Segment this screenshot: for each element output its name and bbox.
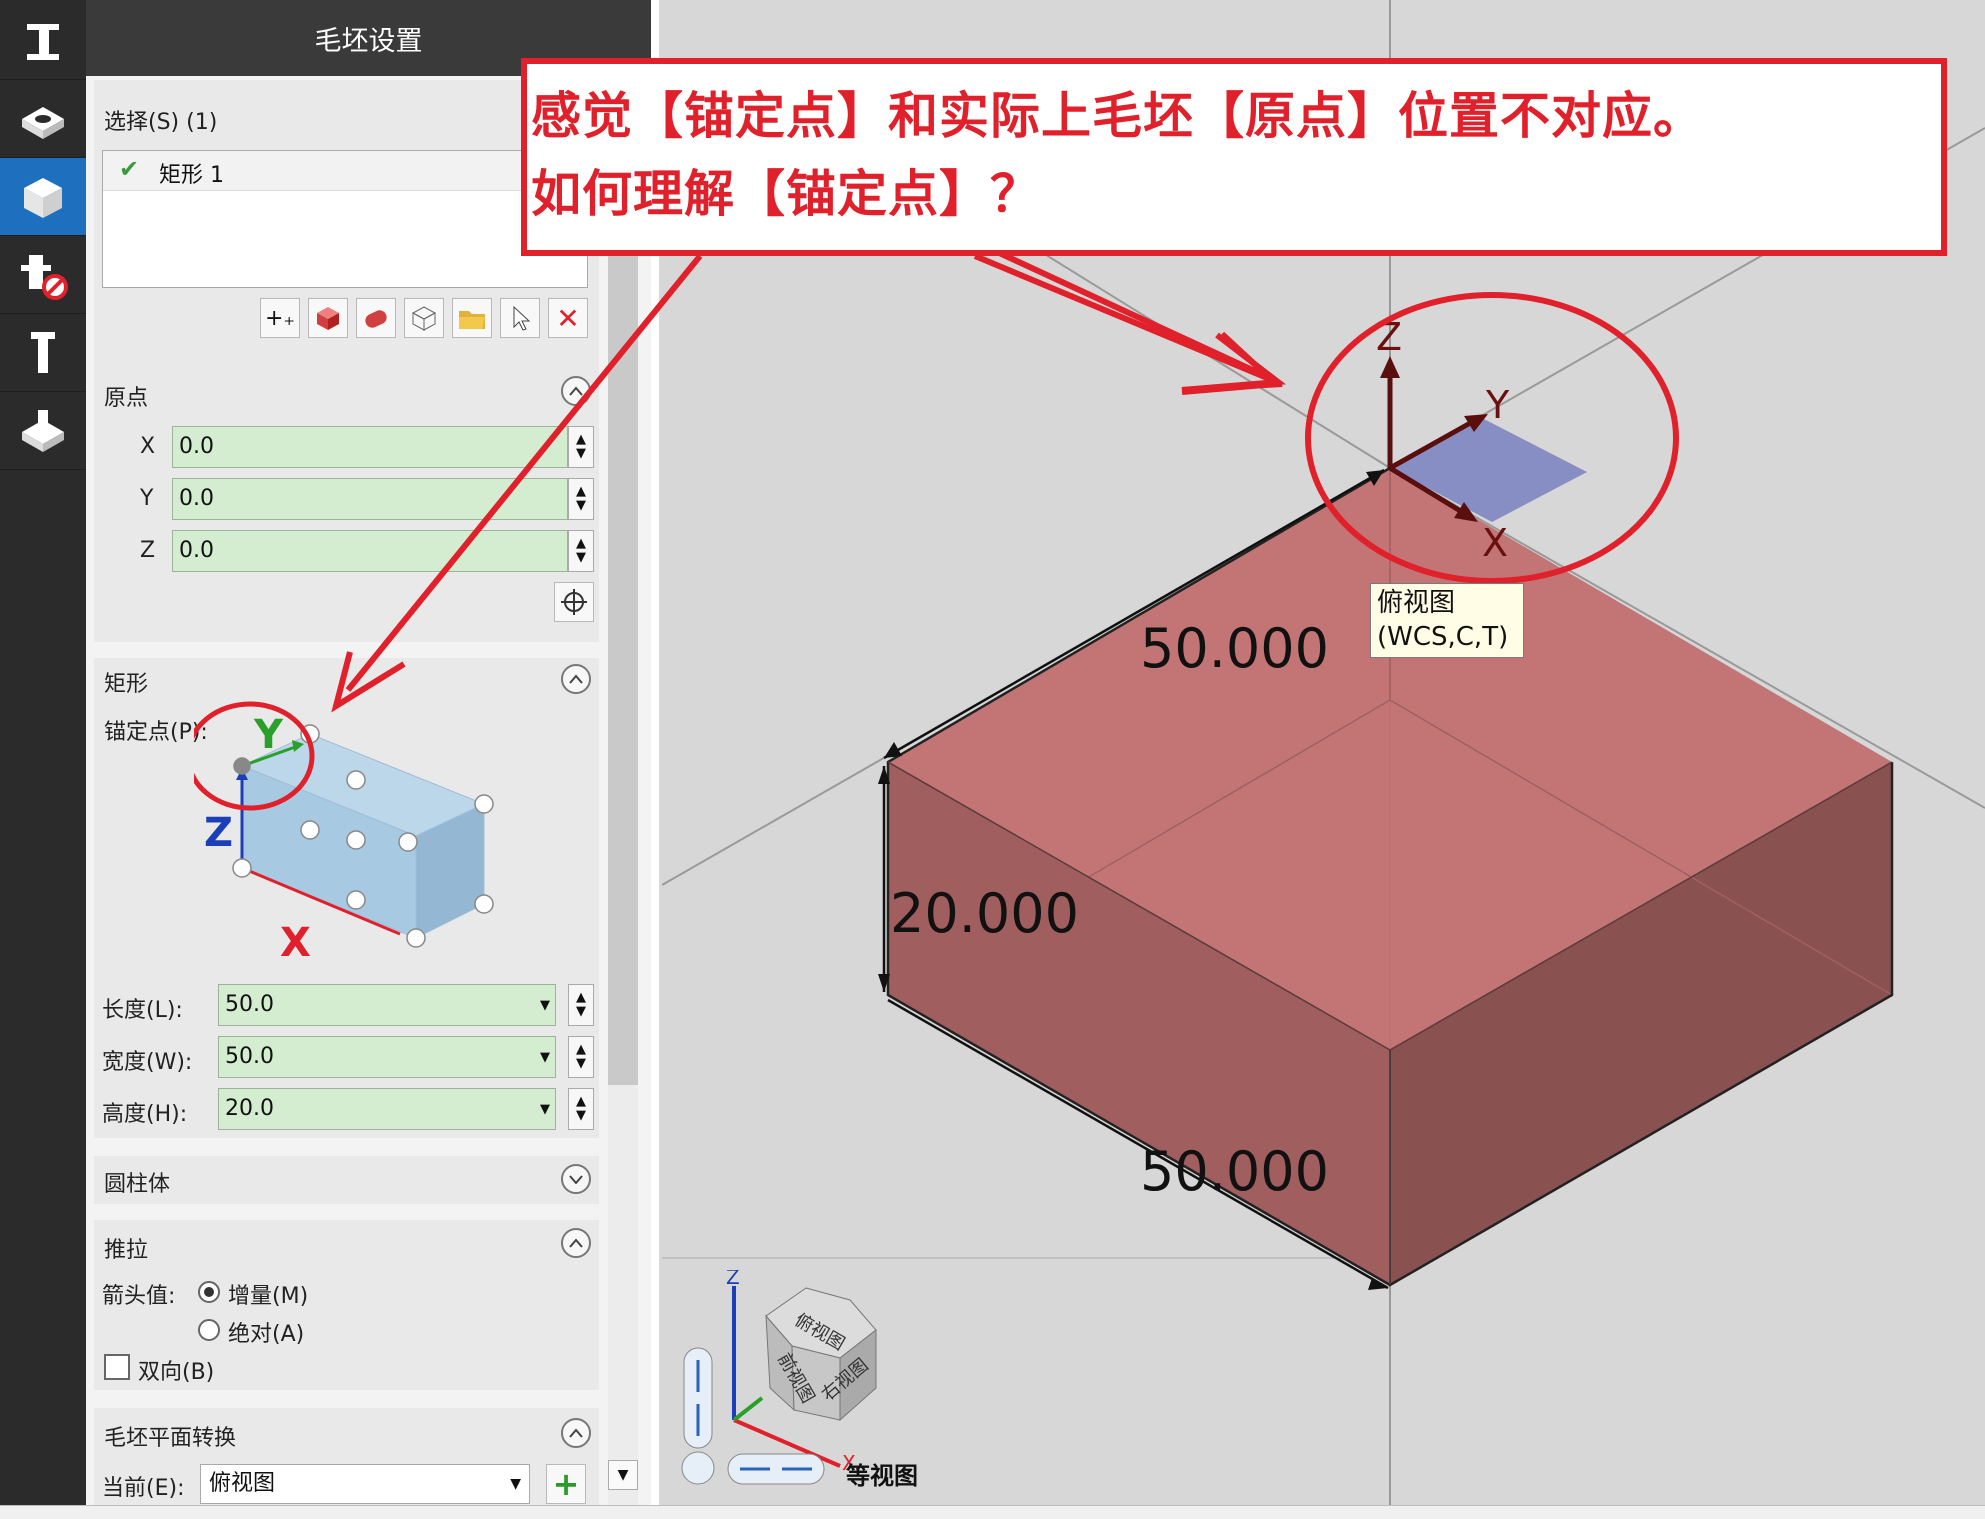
origin-x-input[interactable]: 0.0: [172, 426, 568, 468]
width-dropdown[interactable]: ▼: [534, 1036, 556, 1078]
anchor-z-axis-label: Z: [204, 810, 233, 856]
extrude-section: 推拉 箭头值: 增量(M) 绝对(A) 双向(B): [94, 1220, 599, 1390]
fixture-icon[interactable]: [0, 392, 86, 470]
extrude-title: 推拉: [104, 1238, 149, 1263]
absolute-label: 绝对(A): [228, 1322, 305, 1347]
cube-z-label: Z: [726, 1270, 740, 1289]
length-input[interactable]: 50.0: [218, 984, 556, 1026]
delete-button[interactable]: ✕: [548, 298, 588, 338]
tooltip-line1: 俯视图: [1377, 588, 1456, 618]
open-file-button[interactable]: [452, 298, 492, 338]
selection-label: 选择(S) (1): [104, 110, 218, 135]
add-select-button[interactable]: +₊: [260, 298, 300, 338]
panel-scrollbar[interactable]: [608, 250, 638, 1085]
chevron-down-icon: ▼: [510, 1476, 521, 1492]
height-dropdown[interactable]: ▼: [534, 1088, 556, 1130]
view-cube-widget[interactable]: Z X 俯视图 前视图 右视图 等视图: [670, 1270, 960, 1500]
status-bar: [0, 1505, 1985, 1519]
origin-z-input[interactable]: 0.0: [172, 530, 568, 572]
height-spinner[interactable]: ▲ ▼: [568, 1088, 594, 1130]
cylinder-title: 圆柱体: [104, 1172, 171, 1197]
triad-x-label: X: [1482, 521, 1508, 565]
origin-y-label: Y: [140, 486, 154, 511]
collapse-extrude-button[interactable]: [561, 1228, 591, 1258]
list-item[interactable]: ✔ 矩形 1: [103, 151, 587, 191]
box-stock-button[interactable]: [308, 298, 348, 338]
origin-x-spinner[interactable]: ▲ ▼: [568, 426, 594, 468]
arrow-value-label: 箭头值:: [102, 1284, 176, 1309]
pick-origin-button[interactable]: [554, 582, 594, 622]
bottom-dimension-label: 50.000: [1140, 1140, 1329, 1203]
anchor-point-diagram[interactable]: Y Z X: [194, 698, 594, 968]
origin-z-spinner[interactable]: ▲ ▼: [568, 530, 594, 572]
origin-title: 原点: [104, 386, 149, 411]
stock-icon[interactable]: [0, 80, 86, 158]
collapse-origin-button[interactable]: [561, 376, 591, 406]
list-item-label: 矩形 1: [159, 163, 224, 188]
cylinder-stock-button[interactable]: [356, 298, 396, 338]
cylinder-section: 圆柱体: [94, 1156, 599, 1204]
collapse-rectangle-button[interactable]: [561, 664, 591, 694]
bidirectional-checkbox[interactable]: [104, 1354, 130, 1380]
origin-section: 原点 X 0.0 ▲ ▼ Y 0.0 ▲ ▼ Z 0.0 ▲ ▼: [94, 370, 599, 642]
origin-y-input[interactable]: 0.0: [172, 478, 568, 520]
rectangle-title: 矩形: [104, 672, 149, 697]
bidirectional-label: 双向(B): [138, 1360, 215, 1385]
incremental-radio[interactable]: [198, 1281, 220, 1303]
annotation-box: 感觉【锚定点】和实际上毛坯【原点】位置不对应。 如何理解【锚定点】？: [521, 58, 1947, 256]
height-dimension-label: 20.000: [890, 882, 1079, 945]
triad-y-label: Y: [1485, 383, 1510, 427]
length-label: 长度(L):: [102, 998, 183, 1023]
tool-holder-icon[interactable]: [0, 314, 86, 392]
expand-cylinder-button[interactable]: [561, 1164, 591, 1194]
plane-transform-section: 毛坯平面转换 当前(E): 俯视图 ▼ +: [94, 1408, 599, 1519]
tooltip-line2: (WCS,C,T): [1377, 622, 1509, 652]
length-spinner[interactable]: ▲ ▼: [568, 984, 594, 1026]
rotate-view-button[interactable]: [681, 1451, 715, 1485]
height-input[interactable]: 20.0: [218, 1088, 556, 1130]
stock-setup-icon[interactable]: [0, 158, 86, 236]
tool-icon[interactable]: [0, 0, 86, 80]
anchor-point-label: 锚定点(P):: [104, 720, 208, 745]
annotation-line-1: 感觉【锚定点】和实际上毛坯【原点】位置不对应。: [531, 86, 1704, 145]
incremental-label: 增量(M): [228, 1284, 309, 1309]
scroll-down-button[interactable]: ▼: [608, 1460, 638, 1490]
length-dropdown[interactable]: ▼: [534, 984, 556, 1026]
rectangle-section: 矩形 锚定点(P): Y Z X 长度(L): 50.0 ▼ ▲ ▼ 宽度(W)…: [94, 658, 599, 1138]
view-name-label: 等视图: [846, 1462, 918, 1490]
origin-z-label: Z: [140, 538, 156, 563]
plane-transform-title: 毛坯平面转换: [104, 1426, 237, 1451]
width-input[interactable]: 50.0: [218, 1036, 556, 1078]
annotation-line-2: 如何理解【锚定点】？: [531, 164, 1041, 223]
absolute-radio[interactable]: [198, 1319, 220, 1341]
origin-x-label: X: [140, 434, 156, 459]
pick-cursor-button[interactable]: [500, 298, 540, 338]
wcs-tooltip: 俯视图 (WCS,C,T): [1370, 583, 1524, 658]
selection-list[interactable]: ✔ 矩形 1: [102, 150, 588, 288]
height-label: 高度(H):: [102, 1102, 188, 1127]
left-toolbar: [0, 0, 86, 1519]
current-plane-value: 俯视图: [209, 1471, 276, 1496]
width-label: 宽度(W):: [102, 1050, 193, 1075]
holder-disabled-icon[interactable]: [0, 236, 86, 314]
anchor-x-axis-label: X: [280, 920, 311, 966]
current-plane-select[interactable]: 俯视图 ▼: [200, 1464, 530, 1504]
check-icon: ✔: [119, 155, 140, 183]
width-spinner[interactable]: ▲ ▼: [568, 1036, 594, 1078]
top-dimension-label: 50.000: [1140, 617, 1329, 680]
current-plane-label: 当前(E):: [102, 1476, 185, 1501]
anchor-y-axis-label: Y: [253, 712, 284, 758]
collapse-plane-transform-button[interactable]: [561, 1418, 591, 1448]
add-plane-button[interactable]: +: [546, 1464, 586, 1504]
bounding-box-button[interactable]: [404, 298, 444, 338]
origin-y-spinner[interactable]: ▲ ▼: [568, 478, 594, 520]
